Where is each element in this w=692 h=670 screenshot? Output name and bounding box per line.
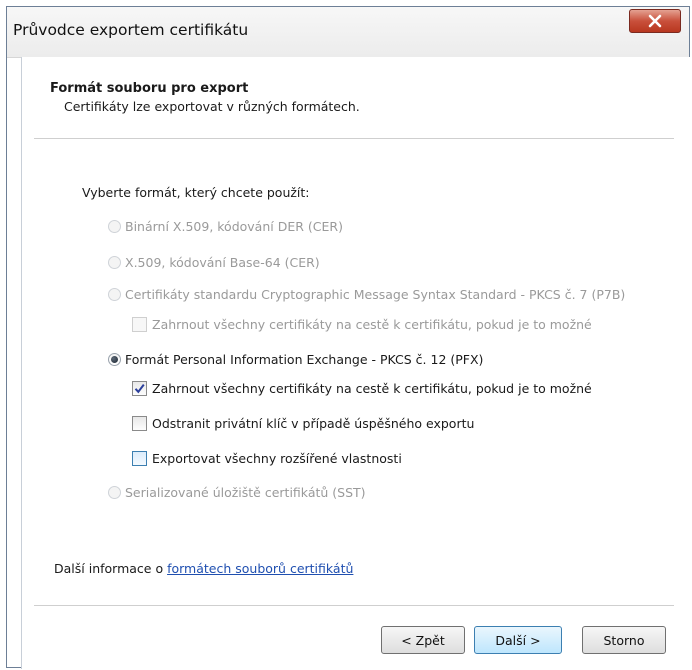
title-bar: Průvodce exportem certifikátu bbox=[7, 7, 689, 58]
radio-button-selected[interactable] bbox=[108, 353, 121, 366]
next-button[interactable]: Další > bbox=[474, 626, 562, 654]
checkbox-pfx-delete-key[interactable]: Odstranit privátní klíč v případě úspěšn… bbox=[132, 416, 474, 431]
checkbox-checked[interactable] bbox=[132, 381, 147, 396]
checkbox-pfx-include-all[interactable]: Zahrnout všechny certifikáty na cestě k … bbox=[132, 381, 592, 396]
checkbox-pfx-export-properties[interactable]: Exportovat všechny rozšířené vlastnosti bbox=[132, 451, 402, 466]
more-info-prefix: Další informace o bbox=[54, 561, 168, 576]
format-prompt: Vyberte formát, který chcete použít: bbox=[82, 185, 310, 200]
checkbox-label: Odstranit privátní klíč v případě úspěšn… bbox=[152, 416, 475, 431]
checkbox[interactable] bbox=[132, 317, 147, 332]
close-icon bbox=[648, 14, 662, 28]
close-button[interactable] bbox=[629, 9, 681, 33]
page-title: Formát souboru pro export bbox=[50, 81, 249, 96]
checkbox-label: Exportovat všechny rozšířené vlastnosti bbox=[152, 451, 402, 466]
cancel-button[interactable]: Storno bbox=[582, 626, 666, 654]
checkbox[interactable] bbox=[132, 451, 147, 466]
radio-button[interactable] bbox=[108, 220, 121, 233]
radio-button[interactable] bbox=[108, 486, 121, 499]
option-label: Certifikáty standardu Cryptographic Mess… bbox=[125, 287, 626, 302]
export-wizard-window: Průvodce exportem certifikátu Formát sou… bbox=[6, 6, 692, 669]
page-subtitle: Certifikáty lze exportovat v různých for… bbox=[64, 99, 360, 114]
option-label: X.509, kódování Base-64 (CER) bbox=[125, 255, 320, 270]
option-label: Serializované úložiště certifikátů (SST) bbox=[125, 485, 366, 500]
checkbox-label: Zahrnout všechny certifikáty na cestě k … bbox=[152, 317, 592, 332]
formats-help-link[interactable]: formátech souborů certifikátů bbox=[167, 561, 353, 576]
option-label: Binární X.509, kódování DER (CER) bbox=[125, 219, 343, 234]
window-title: Průvodce exportem certifikátu bbox=[13, 21, 249, 39]
option-base64-cer[interactable]: X.509, kódování Base-64 (CER) bbox=[108, 255, 320, 270]
option-pkcs12-pfx[interactable]: Formát Personal Information Exchange - P… bbox=[108, 352, 483, 367]
radio-button[interactable] bbox=[108, 288, 121, 301]
checkbox[interactable] bbox=[132, 416, 147, 431]
wizard-content: Formát souboru pro export Certifikáty lz… bbox=[21, 57, 692, 669]
option-sst[interactable]: Serializované úložiště certifikátů (SST) bbox=[108, 485, 366, 500]
back-button[interactable]: < Zpět bbox=[381, 626, 465, 654]
header-divider bbox=[34, 138, 674, 139]
checkbox-label: Zahrnout všechny certifikáty na cestě k … bbox=[152, 381, 592, 396]
checkbox-p7b-include-all[interactable]: Zahrnout všechny certifikáty na cestě k … bbox=[132, 317, 592, 332]
option-der-cer[interactable]: Binární X.509, kódování DER (CER) bbox=[108, 219, 343, 234]
checkmark-icon bbox=[134, 383, 145, 394]
option-pkcs7-p7b[interactable]: Certifikáty standardu Cryptographic Mess… bbox=[108, 287, 625, 302]
footer-divider bbox=[34, 605, 674, 606]
radio-button[interactable] bbox=[108, 256, 121, 269]
more-info-text: Další informace o formátech souborů cert… bbox=[54, 561, 353, 576]
option-label: Formát Personal Information Exchange - P… bbox=[125, 352, 484, 367]
